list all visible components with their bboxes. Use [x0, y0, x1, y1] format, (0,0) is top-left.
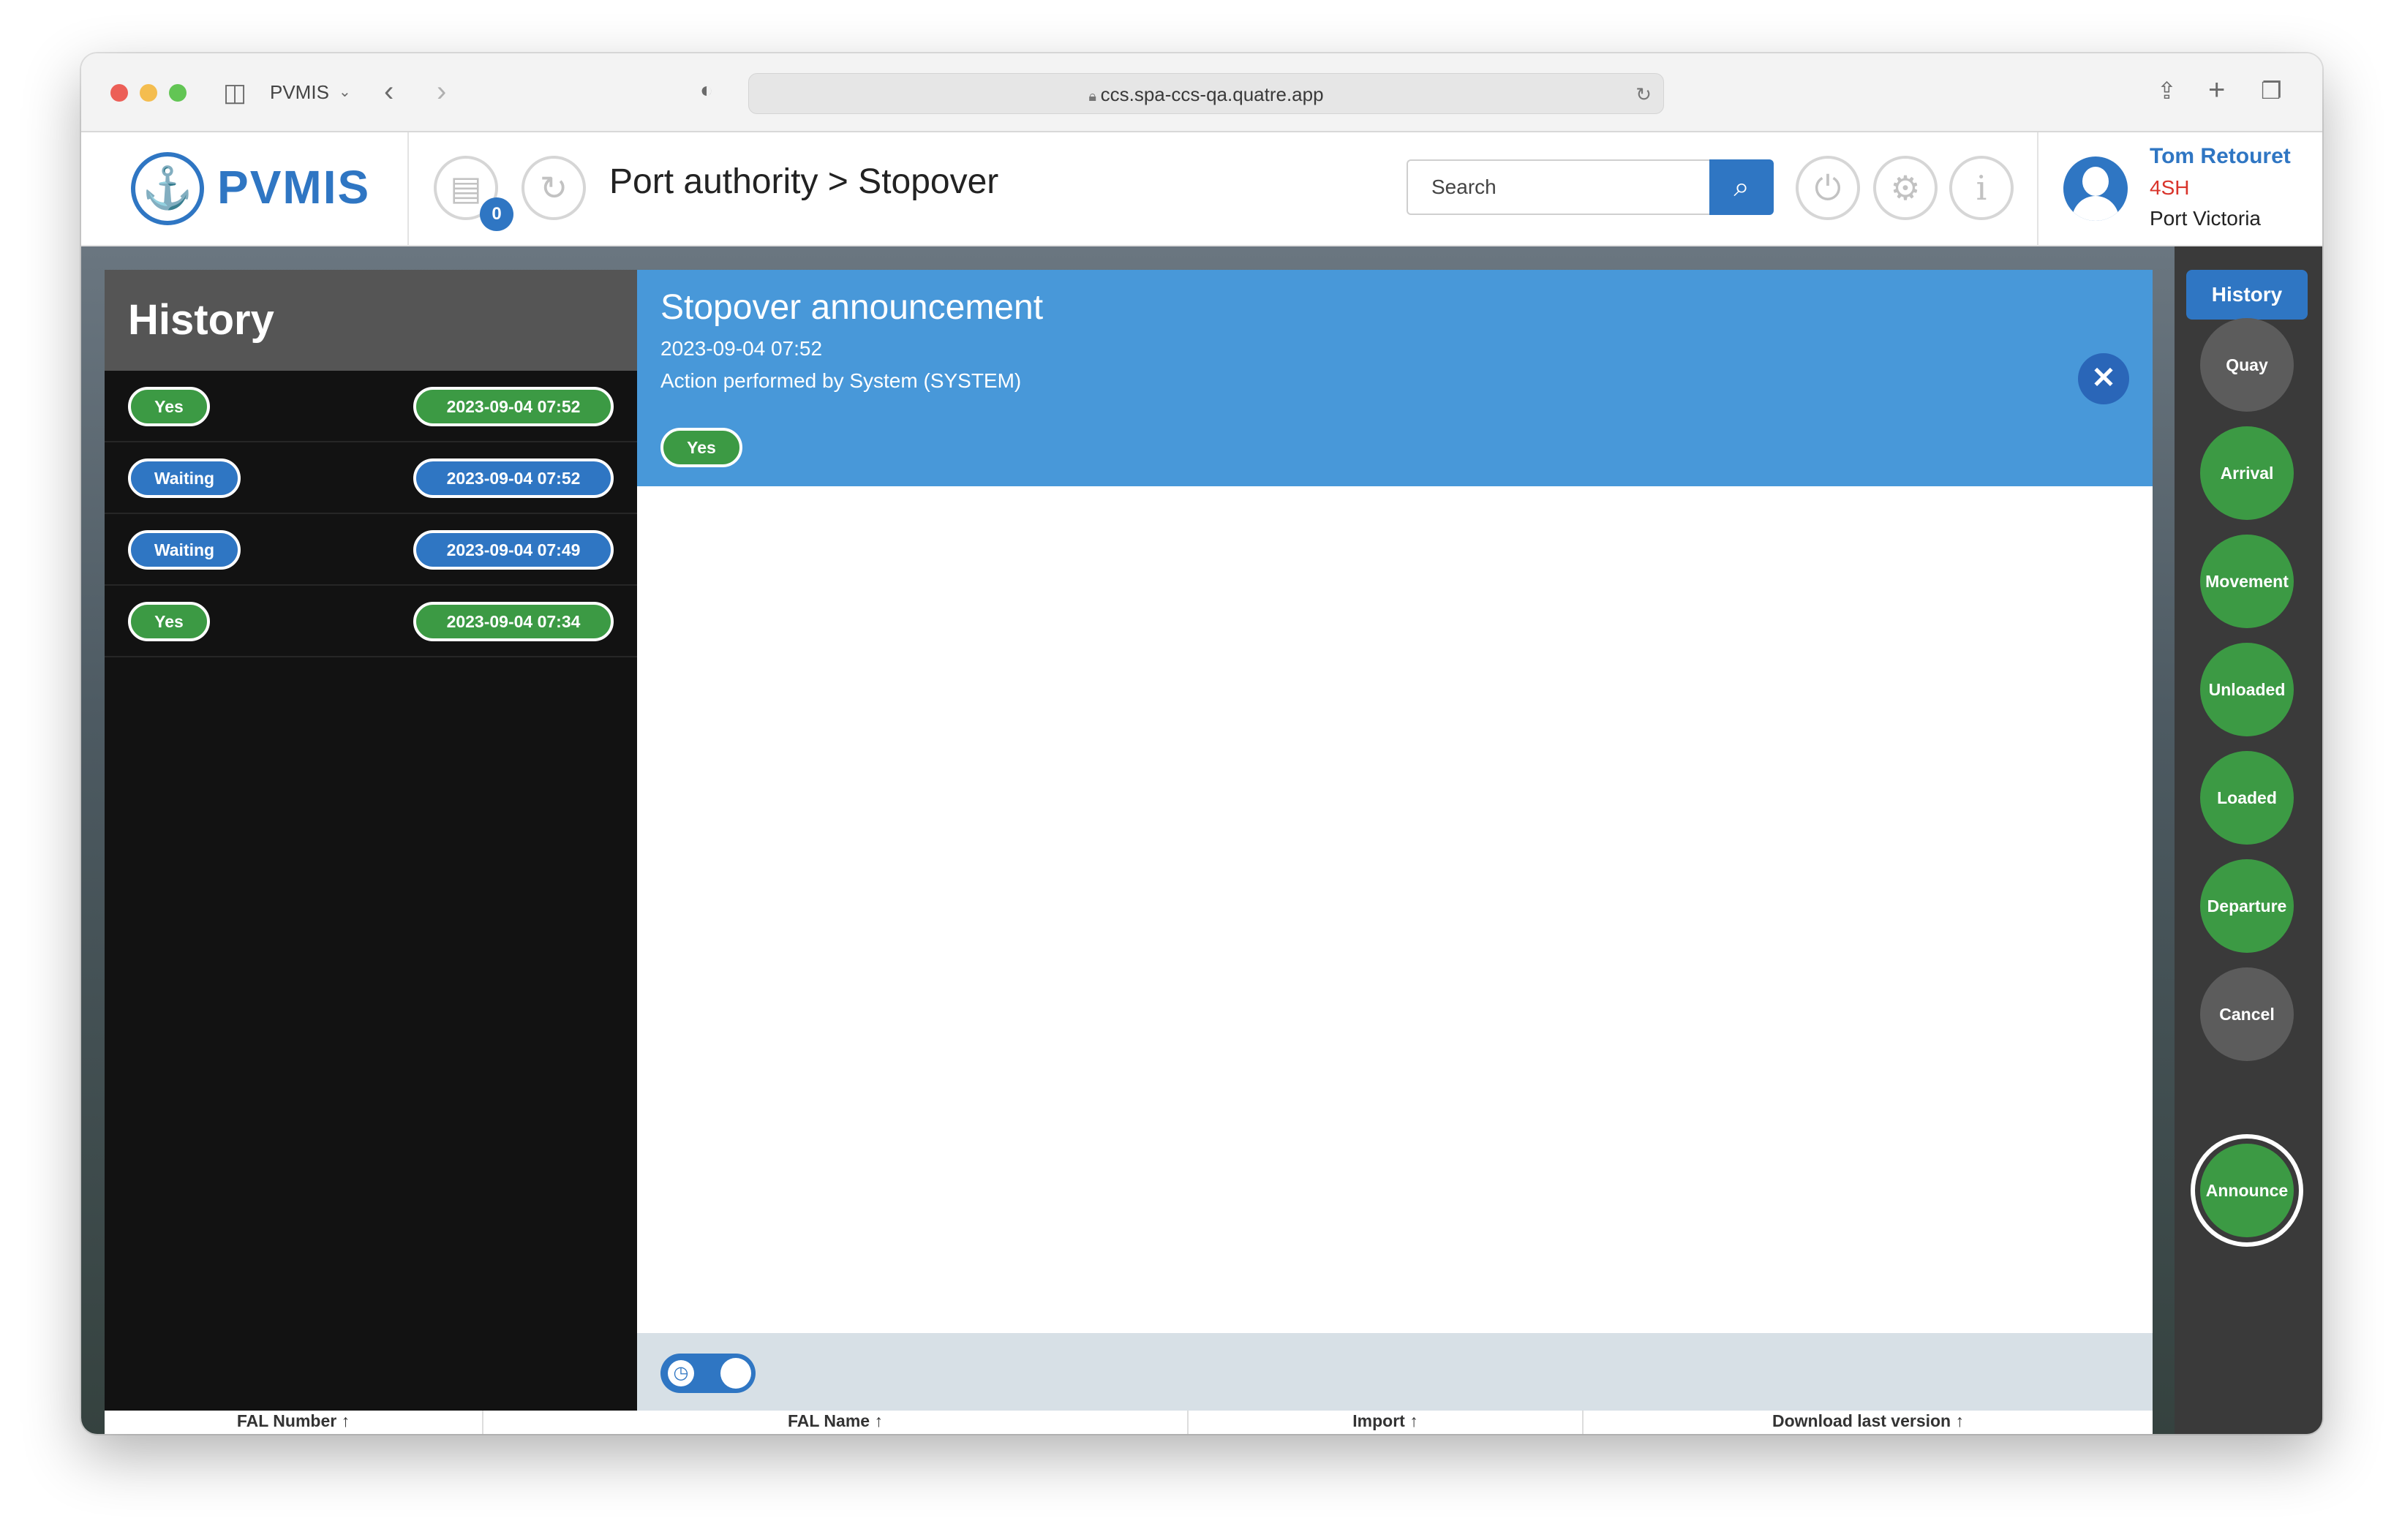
user-port: Port Victoria	[2150, 207, 2261, 230]
column-header-fal-number[interactable]: FAL Number ↑	[105, 1411, 483, 1434]
share-icon[interactable]: ⇪	[2157, 77, 2177, 105]
address-bar[interactable]: 🔒︎ ccs.spa-ccs-qa.quatre.app ↻	[748, 73, 1664, 114]
datetime-badge: 2023-09-04 07:49	[413, 530, 614, 570]
rail-history-button[interactable]: History	[2186, 270, 2308, 320]
search-button[interactable]: ⌕	[1709, 159, 1774, 215]
detail-datetime: 2023-09-04 07:52	[660, 337, 823, 360]
lock-icon: 🔒︎	[1088, 88, 1101, 105]
anchor-logo-icon: ⚓	[131, 152, 204, 225]
new-tab-icon[interactable]: +	[2208, 74, 2225, 107]
status-badge: Yes	[128, 387, 210, 426]
maximize-window-button[interactable]	[169, 84, 187, 102]
history-row[interactable]: Yes 2023-09-04 07:52	[105, 371, 637, 442]
close-icon: ✕	[2091, 362, 2116, 394]
app-header: ⚓ PVMIS ▤ 0 ↻ Port authority > Stopover …	[81, 132, 2322, 246]
document-icon: ▤	[450, 169, 482, 207]
datetime-badge: 2023-09-04 07:52	[413, 458, 614, 498]
status-badge: Waiting	[128, 530, 241, 570]
detail-footer: ◷	[637, 1333, 2153, 1411]
workflow-rail: History Quay Arrival Movement Unloaded L…	[2175, 246, 2322, 1434]
browser-toolbar: ◫ PVMIS ⌄ ‹ › ◐ 🔒︎ ccs.spa-ccs-qa.quatre…	[81, 53, 2322, 132]
detail-status-badge: Yes	[660, 428, 742, 467]
info-icon: i	[1976, 168, 1987, 208]
notifications-badge: 0	[480, 197, 513, 231]
sort-arrow-icon: ↑	[1955, 1411, 1965, 1430]
search-input[interactable]: Search	[1407, 159, 1709, 215]
breadcrumb: Port authority > Stopover	[609, 162, 999, 201]
settings-button[interactable]: ⚙	[1873, 156, 1938, 220]
main-area: History Yes 2023-09-04 07:52 Waiting 202…	[81, 246, 2322, 1434]
column-header-import[interactable]: Import ↑	[1189, 1411, 1584, 1434]
sidebar-toggle-icon[interactable]: ◫	[223, 78, 246, 107]
tab-overview-icon[interactable]: ❐	[2261, 77, 2282, 105]
step-movement-button[interactable]: Movement	[2200, 535, 2294, 628]
close-window-button[interactable]	[110, 84, 128, 102]
sort-arrow-icon: ↑	[1409, 1411, 1418, 1430]
datetime-badge: 2023-09-04 07:52	[413, 387, 614, 426]
chevron-down-icon[interactable]: ⌄	[339, 83, 351, 101]
detail-panel: Stopover announcement 2023-09-04 07:52 A…	[637, 270, 2153, 1411]
step-announce-button[interactable]: Announce	[2200, 1144, 2294, 1237]
detail-header: Stopover announcement 2023-09-04 07:52 A…	[637, 270, 2153, 486]
close-detail-button[interactable]: ✕	[2078, 353, 2129, 404]
refresh-icon: ↻	[539, 169, 568, 207]
refresh-button[interactable]: ↻	[522, 156, 586, 220]
fal-table-header: FAL Number ↑ FAL Name ↑ Import ↑ Downloa…	[105, 1411, 2153, 1434]
toggle-knob	[720, 1358, 751, 1389]
step-arrival-button[interactable]: Arrival	[2200, 426, 2294, 520]
power-button[interactable]: ⏻	[1796, 156, 1860, 220]
back-icon[interactable]: ‹	[384, 75, 394, 108]
browser-window: ◫ PVMIS ⌄ ‹ › ◐ 🔒︎ ccs.spa-ccs-qa.quatre…	[81, 53, 2322, 1434]
user-code: 4SH	[2150, 176, 2190, 199]
power-icon: ⏻	[1814, 169, 1842, 207]
column-header-download[interactable]: Download last version ↑	[1584, 1411, 2153, 1434]
history-toggle[interactable]: ◷	[660, 1354, 756, 1393]
url-text: ccs.spa-ccs-qa.quatre.app	[1100, 83, 1324, 105]
minimize-window-button[interactable]	[140, 84, 157, 102]
info-button[interactable]: i	[1949, 156, 2014, 220]
reload-icon[interactable]: ↻	[1635, 74, 1652, 115]
datetime-badge: 2023-09-04 07:34	[413, 602, 614, 641]
shield-icon[interactable]: ◐	[700, 78, 713, 103]
step-quay-button[interactable]: Quay	[2200, 318, 2294, 412]
sort-arrow-icon: ↑	[874, 1411, 883, 1430]
header-divider	[2037, 132, 2038, 246]
tab-group-label[interactable]: PVMIS	[270, 81, 329, 104]
status-badge: Yes	[128, 602, 210, 641]
step-unloaded-button[interactable]: Unloaded	[2200, 643, 2294, 736]
detail-performed-by: Action performed by System (SYSTEM)	[660, 369, 1022, 392]
step-cancel-button[interactable]: Cancel	[2200, 967, 2294, 1061]
logo-text: PVMIS	[217, 161, 371, 214]
avatar[interactable]	[2063, 156, 2128, 221]
history-row[interactable]: Yes 2023-09-04 07:34	[105, 586, 637, 657]
search-icon: ⌕	[1733, 172, 1750, 203]
column-header-fal-name[interactable]: FAL Name ↑	[483, 1411, 1189, 1434]
history-row[interactable]: Waiting 2023-09-04 07:49	[105, 514, 637, 586]
logo[interactable]: ⚓ PVMIS	[81, 132, 409, 246]
history-title: History	[105, 270, 637, 371]
gear-icon: ⚙	[1890, 169, 1921, 207]
history-row[interactable]: Waiting 2023-09-04 07:52	[105, 442, 637, 514]
clock-icon: ◷	[668, 1360, 694, 1386]
sort-arrow-icon: ↑	[341, 1411, 350, 1430]
history-panel: History Yes 2023-09-04 07:52 Waiting 202…	[105, 270, 637, 1411]
user-name[interactable]: Tom Retouret	[2150, 144, 2291, 169]
status-badge: Waiting	[128, 458, 241, 498]
step-departure-button[interactable]: Departure	[2200, 859, 2294, 953]
step-loaded-button[interactable]: Loaded	[2200, 751, 2294, 845]
forward-icon[interactable]: ›	[437, 75, 446, 108]
detail-title: Stopover announcement	[660, 288, 1044, 327]
